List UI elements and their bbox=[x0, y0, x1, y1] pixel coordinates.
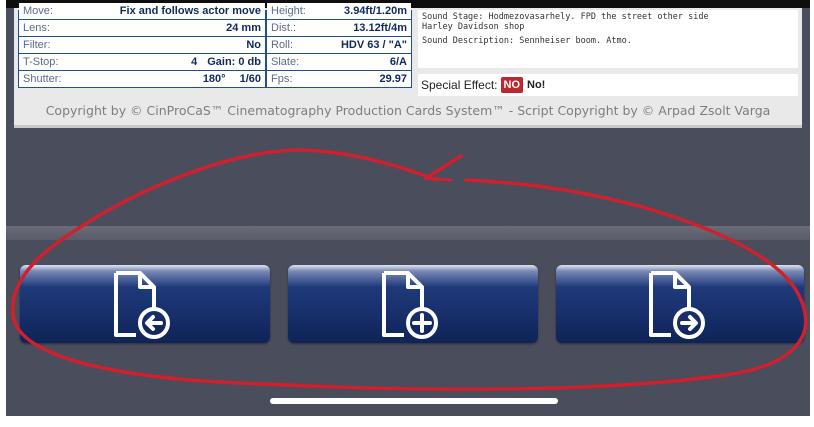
production-card: Move: Fix and follows actor move Lens: 2… bbox=[14, 3, 802, 125]
toolbar-divider bbox=[6, 226, 810, 240]
file-arrow-right-icon bbox=[649, 271, 705, 339]
file-plus-icon bbox=[382, 271, 438, 339]
table-row: Fps: 29.97 bbox=[267, 71, 411, 87]
sound-stage-text: Sound Stage: Hodmezovasarhely. FPD the s… bbox=[422, 12, 709, 22]
roll-value: HDV 63 / "A" bbox=[340, 39, 407, 51]
file-arrow-left-icon bbox=[114, 271, 170, 339]
app-frame: Move: Fix and follows actor move Lens: 2… bbox=[6, 0, 810, 427]
table-row: Height: 3.94ft/1.20m bbox=[267, 3, 411, 19]
move-value: Fix and follows actor move bbox=[119, 5, 261, 17]
special-effect-badge: NO bbox=[500, 77, 523, 93]
fps-label: Fps: bbox=[271, 73, 293, 85]
lens-label: Lens: bbox=[23, 22, 50, 34]
special-effect-label: Special Effect: bbox=[421, 78, 498, 92]
table-row: Shutter: 180° 1/60 bbox=[19, 71, 265, 87]
camera-settings-table: Move: Fix and follows actor move Lens: 2… bbox=[18, 3, 266, 88]
table-row: Roll: HDV 63 / "A" bbox=[267, 37, 411, 53]
table-row: Move: Fix and follows actor move bbox=[19, 3, 265, 19]
next-card-button[interactable] bbox=[556, 265, 804, 343]
height-label: Height: bbox=[271, 5, 306, 17]
special-effect-row: Special Effect: NO No! bbox=[418, 74, 798, 96]
move-label: Move: bbox=[23, 5, 53, 17]
add-card-button[interactable] bbox=[288, 265, 538, 343]
shutter-label: Shutter: bbox=[23, 73, 62, 85]
previous-card-button[interactable] bbox=[20, 265, 270, 343]
roll-label: Roll: bbox=[271, 39, 294, 51]
height-value: 3.94ft/1.20m bbox=[344, 5, 407, 17]
shutter-angle-value: 180° bbox=[202, 73, 226, 85]
bottom-edge bbox=[6, 416, 810, 427]
filter-label: Filter: bbox=[23, 39, 51, 51]
gain-value: Gain: 0 db bbox=[207, 56, 261, 68]
tstop-value: 4 bbox=[191, 56, 198, 68]
fps-value: 29.97 bbox=[379, 73, 407, 85]
sound-notes: Sound Stage: Hodmezovasarhely. FPD the s… bbox=[418, 10, 798, 68]
sound-description-text: Sound Description: Sennheiser boom. Atmo… bbox=[422, 36, 632, 46]
distance-label: Dist.: bbox=[271, 22, 297, 34]
special-effect-value: No! bbox=[527, 79, 546, 91]
shutter-speed-value: 1/60 bbox=[239, 73, 261, 85]
filter-value: No bbox=[246, 39, 261, 51]
table-row: Slate: 6/A bbox=[267, 54, 411, 70]
position-settings-table: Height: 3.94ft/1.20m Dist.: 13.12ft/4m R… bbox=[266, 3, 412, 88]
lens-value: 24 mm bbox=[226, 22, 261, 34]
tstop-label: T-Stop: bbox=[23, 56, 59, 68]
slate-value: 6/A bbox=[389, 56, 407, 68]
home-indicator[interactable] bbox=[270, 398, 558, 404]
copyright-text: Copyright by © CinProCaS™ Cinematography… bbox=[45, 103, 771, 118]
table-row: Lens: 24 mm bbox=[19, 20, 265, 36]
table-row: Filter: No bbox=[19, 37, 265, 53]
distance-value: 13.12ft/4m bbox=[353, 22, 407, 34]
card-shadow bbox=[14, 125, 802, 128]
sound-stage-text-2: Harley Davidson shop bbox=[422, 22, 525, 32]
table-row: T-Stop: 4 Gain: 0 db bbox=[19, 54, 265, 70]
slate-label: Slate: bbox=[271, 56, 300, 68]
table-row: Dist.: 13.12ft/4m bbox=[267, 20, 411, 36]
